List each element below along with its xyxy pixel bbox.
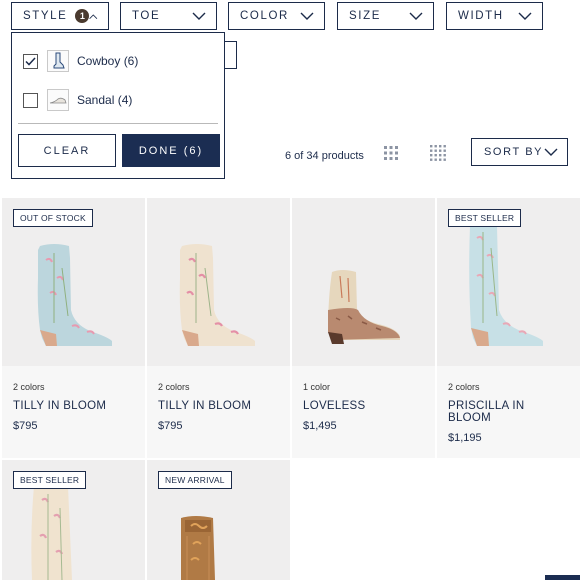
- product-image[interactable]: [147, 198, 290, 366]
- out-of-stock-badge: OUT OF STOCK: [13, 209, 93, 227]
- product-count: 6 of 34 products: [285, 150, 364, 162]
- product-price: $1,495: [303, 420, 337, 432]
- product-color-count: 2 colors: [13, 382, 45, 392]
- chevron-down-icon: [544, 148, 558, 156]
- filter-color-label: COLOR: [240, 10, 289, 22]
- product-price: $1,195: [448, 432, 482, 444]
- product-card[interactable]: BEST SELLER: [2, 460, 145, 580]
- cowboy-boot-icon: [47, 50, 69, 72]
- product-card[interactable]: BEST SELLER 2 colors PRISCILLA IN BLOOM …: [437, 198, 580, 458]
- filter-color-button[interactable]: COLOR: [228, 2, 325, 30]
- filter-size-button[interactable]: SIZE: [337, 2, 434, 30]
- chevron-down-icon: [192, 12, 206, 20]
- dropdown-divider: [18, 123, 218, 124]
- filter-toe-label: TOE: [132, 10, 161, 22]
- sort-by-label: SORT BY: [484, 146, 544, 158]
- product-name[interactable]: TILLY IN BLOOM: [13, 400, 134, 412]
- filter-style-button[interactable]: STYLE 1: [11, 2, 109, 30]
- grid-3-view-icon[interactable]: [383, 145, 399, 161]
- product-card[interactable]: 2 colors TILLY IN BLOOM $795: [147, 198, 290, 458]
- product-name[interactable]: TILLY IN BLOOM: [158, 400, 279, 412]
- product-info: 1 color LOVELESS $1,495: [292, 366, 435, 458]
- snakeskin-boot-image: [328, 270, 400, 344]
- product-card[interactable]: OUT OF STOCK 2 colors TILLY IN BLOOM $79…: [2, 198, 145, 458]
- chevron-down-icon: [300, 12, 314, 20]
- filter-option-sandal[interactable]: Sandal (4): [23, 89, 132, 111]
- product-name[interactable]: LOVELESS: [303, 400, 424, 412]
- filter-option-label: Cowboy (6): [77, 54, 139, 68]
- filter-option-label: Sandal (4): [77, 93, 133, 107]
- product-color-count: 2 colors: [158, 382, 190, 392]
- filter-width-label: WIDTH: [458, 10, 504, 22]
- product-image[interactable]: NEW ARRIVAL: [147, 460, 290, 580]
- grid-4-view-icon[interactable]: [430, 145, 446, 161]
- filter-width-button[interactable]: WIDTH: [446, 2, 543, 30]
- product-info: 2 colors TILLY IN BLOOM $795: [147, 366, 290, 458]
- sort-by-button[interactable]: SORT BY: [471, 138, 568, 166]
- product-image[interactable]: BEST SELLER: [2, 460, 145, 580]
- cream-cowboy-boot-image: [179, 244, 255, 346]
- sandal-icon: [47, 89, 69, 111]
- product-image[interactable]: OUT OF STOCK: [2, 198, 145, 366]
- new-arrival-badge: NEW ARRIVAL: [158, 471, 232, 489]
- product-info: 2 colors TILLY IN BLOOM $795: [2, 366, 145, 458]
- best-seller-badge: BEST SELLER: [448, 209, 522, 227]
- filter-style-label: STYLE: [23, 10, 68, 22]
- product-card[interactable]: NEW ARRIVAL: [147, 460, 290, 580]
- product-info: 2 colors PRISCILLA IN BLOOM $1,195: [437, 366, 580, 458]
- best-seller-badge: BEST SELLER: [13, 471, 87, 489]
- filter-option-cowboy[interactable]: Cowboy (6): [23, 50, 138, 72]
- done-button[interactable]: DONE (6): [122, 134, 220, 167]
- product-color-count: 1 color: [303, 382, 331, 392]
- filter-size-label: SIZE: [349, 10, 381, 22]
- chevron-down-icon: [409, 12, 423, 20]
- checkbox-unchecked[interactable]: [23, 92, 38, 108]
- chevron-down-icon: [518, 12, 532, 20]
- product-card[interactable]: 1 color LOVELESS $1,495: [292, 198, 435, 458]
- product-image[interactable]: [292, 198, 435, 366]
- product-name[interactable]: PRISCILLA IN BLOOM: [448, 400, 569, 424]
- chat-tab[interactable]: [545, 575, 580, 580]
- chevron-up-icon: [89, 13, 98, 19]
- product-color-count: 2 colors: [448, 382, 480, 392]
- product-price: $795: [13, 420, 38, 432]
- product-image[interactable]: BEST SELLER: [437, 198, 580, 366]
- checkbox-checked[interactable]: [23, 53, 38, 69]
- filter-toe-button[interactable]: TOE: [120, 2, 217, 30]
- clear-button[interactable]: CLEAR: [18, 134, 116, 167]
- filter-count-badge: 1: [75, 9, 90, 23]
- style-filter-dropdown: Cowboy (6) Sandal (4) CLEAR DONE (6): [11, 32, 225, 179]
- product-price: $795: [158, 420, 183, 432]
- checkmark-icon: [25, 56, 36, 66]
